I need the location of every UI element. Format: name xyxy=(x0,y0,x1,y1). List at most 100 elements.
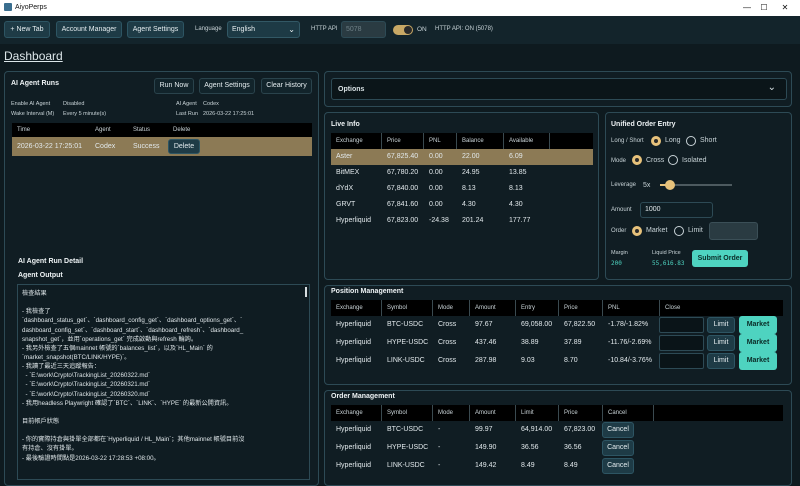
table-row[interactable]: Aster 67,825.40 0.00 22.00 6.09 xyxy=(331,149,593,165)
table-row[interactable]: Hyperliquid LINK-USDC Cross 287.98 9.03 8.70 -… xyxy=(331,352,783,370)
table-row[interactable]: GRVT 67,841.60 0.00 4.30 4.30 xyxy=(331,197,593,213)
order-limit: 64,914.00 xyxy=(521,426,553,433)
position-entry: 69,058.00 xyxy=(521,321,553,328)
options-expander[interactable]: Options ⌄ xyxy=(331,78,787,100)
scrollbar-thumb[interactable] xyxy=(305,287,307,297)
output-line: dashboard_config_set`、`dashboard_start`、… xyxy=(22,326,244,334)
output-line: - 我用headless Playwright 確認了`BTC`、`LINK`、… xyxy=(22,399,233,407)
col-cancel: Cancel xyxy=(608,410,627,416)
isolated-radio[interactable] xyxy=(668,155,678,165)
long-label: Long xyxy=(665,137,681,144)
ai-runs-title: AI Agent Runs xyxy=(11,80,59,87)
market-close-button[interactable]: Market xyxy=(739,334,777,352)
market-close-button[interactable]: Market xyxy=(739,316,777,334)
column-divider xyxy=(659,300,660,316)
output-line: - 最後驗證時間點是2026-03-22 17:28:53 +08:00。 xyxy=(22,454,160,462)
order-price: 8.49 xyxy=(564,462,578,469)
table-row[interactable]: Hyperliquid 67,823.00 -24.38 201.24 177.77 xyxy=(331,213,593,229)
agent-settings-button[interactable]: Agent Settings xyxy=(127,21,184,38)
live-pnl: 0.00 xyxy=(429,185,443,192)
close-amount-input[interactable] xyxy=(659,353,704,369)
output-line: 檢查結果 xyxy=(22,290,47,297)
output-line: 有持倉、沒有掛單。 xyxy=(22,445,78,453)
market-label: Market xyxy=(646,227,668,234)
col-exchange: Exchange xyxy=(336,305,363,311)
http-api-toggle[interactable] xyxy=(393,25,413,35)
cancel-order-button[interactable]: Cancel xyxy=(602,440,634,456)
order-type-label: Order xyxy=(611,228,627,234)
table-row[interactable]: Hyperliquid HYPE-USDC Cross 437.46 38.89 37.8… xyxy=(331,334,783,352)
limit-radio[interactable] xyxy=(674,226,684,236)
table-row[interactable]: Hyperliquid BTC-USDC - 99.97 64,914.00 67,823… xyxy=(331,421,783,439)
live-exchange: Aster xyxy=(336,153,353,160)
cancel-order-button[interactable]: Cancel xyxy=(602,458,634,474)
maximize-button[interactable]: ☐ xyxy=(754,2,774,14)
leverage-label: Leverage xyxy=(611,182,637,188)
cancel-order-button[interactable]: Cancel xyxy=(602,422,634,438)
agent-output-box[interactable]: 檢查結果 - 我檢查了 `dashboard_status_get`、`dashbo… xyxy=(17,284,310,480)
position-pnl: -1.78/-1.82% xyxy=(608,321,649,328)
limit-price-input[interactable] xyxy=(709,222,758,240)
ai-agent-settings-button[interactable]: Agent Settings xyxy=(199,78,255,94)
column-divider xyxy=(432,405,433,421)
run-detail-title: AI Agent Run Detail xyxy=(18,258,84,265)
table-row[interactable]: Hyperliquid BTC-USDC Cross 97.67 69,058.00 67… xyxy=(331,316,783,334)
http-api-port-input[interactable]: 5078 xyxy=(341,21,386,38)
limit-close-button[interactable]: Limit xyxy=(707,317,735,333)
order-entry-title: Unified Order Entry xyxy=(611,121,676,128)
position-amount: 437.46 xyxy=(475,339,497,346)
market-radio[interactable] xyxy=(632,226,642,236)
close-amount-input[interactable] xyxy=(659,317,704,333)
live-exchange: GRVT xyxy=(336,201,356,208)
long-radio[interactable] xyxy=(651,136,661,146)
col-mode: Mode xyxy=(438,410,454,416)
cross-label: Cross xyxy=(646,157,665,164)
close-amount-input[interactable] xyxy=(659,335,704,351)
submit-order-button[interactable]: Submit Order xyxy=(692,250,748,267)
position-pnl: -10.84/-3.76% xyxy=(608,357,652,364)
run-agent: Codex xyxy=(95,143,116,150)
position-mode: Cross xyxy=(438,357,457,364)
new-tab-button[interactable]: + New Tab xyxy=(4,21,50,38)
language-select[interactable]: English ⌄ xyxy=(227,21,300,38)
live-available: 13.85 xyxy=(509,169,527,176)
position-exchange: Hyperliquid xyxy=(336,357,372,364)
enable-agent-label: Enable AI Agent xyxy=(11,101,51,107)
delete-run-button[interactable]: Delete xyxy=(168,139,200,154)
options-title: Options xyxy=(338,86,365,93)
table-row[interactable]: 2026-03-22 17:25:01 Codex Success Delete xyxy=(12,137,312,156)
table-row[interactable]: Hyperliquid LINK-USDC - 149.42 8.49 8.49 Cance… xyxy=(331,457,783,475)
language-value: English xyxy=(232,26,255,33)
amount-input[interactable]: 1000 xyxy=(640,202,713,218)
live-price: 67,840.00 xyxy=(387,185,419,192)
account-manager-button[interactable]: Account Manager xyxy=(56,21,122,38)
market-close-button[interactable]: Market xyxy=(739,352,777,370)
live-exchange: dYdX xyxy=(336,185,354,192)
limit-close-button[interactable]: Limit xyxy=(707,335,735,351)
table-row[interactable]: dYdX 67,840.00 0.00 8.13 8.13 xyxy=(331,181,593,197)
col-amount: Amount xyxy=(475,410,496,416)
order-price: 67,823.00 xyxy=(564,426,596,433)
col-symbol: Symbol xyxy=(387,305,408,311)
column-divider xyxy=(432,300,433,316)
chevron-down-icon[interactable]: ⌄ xyxy=(768,82,776,93)
output-line: `market_snapshot(BTC/LINK/HYPE)`。 xyxy=(22,353,131,361)
order-mode: - xyxy=(438,444,441,451)
close-button[interactable]: ✕ xyxy=(775,2,795,14)
page-title: Dashboard xyxy=(4,49,63,63)
column-divider xyxy=(653,405,654,421)
leverage-slider-track[interactable] xyxy=(660,180,732,190)
clear-history-button[interactable]: Clear History xyxy=(261,78,312,94)
order-exchange: Hyperliquid xyxy=(336,426,372,433)
run-now-button[interactable]: Run Now xyxy=(154,78,194,94)
table-row[interactable]: BitMEX 67,780.20 0.00 24.95 13.85 xyxy=(331,165,593,181)
table-row[interactable]: Hyperliquid HYPE-USDC - 149.90 36.56 36.56 Can… xyxy=(331,439,783,457)
isolated-label: Isolated xyxy=(682,157,707,164)
live-balance: 24.95 xyxy=(462,169,480,176)
limit-close-button[interactable]: Limit xyxy=(707,353,735,369)
cross-radio[interactable] xyxy=(632,155,642,165)
output-line: - 你的實際持倉與掛單全部都在`Hyperliquid / HL_Main`；其… xyxy=(22,436,245,444)
short-radio[interactable] xyxy=(686,136,696,146)
language-label: Language xyxy=(195,26,222,32)
